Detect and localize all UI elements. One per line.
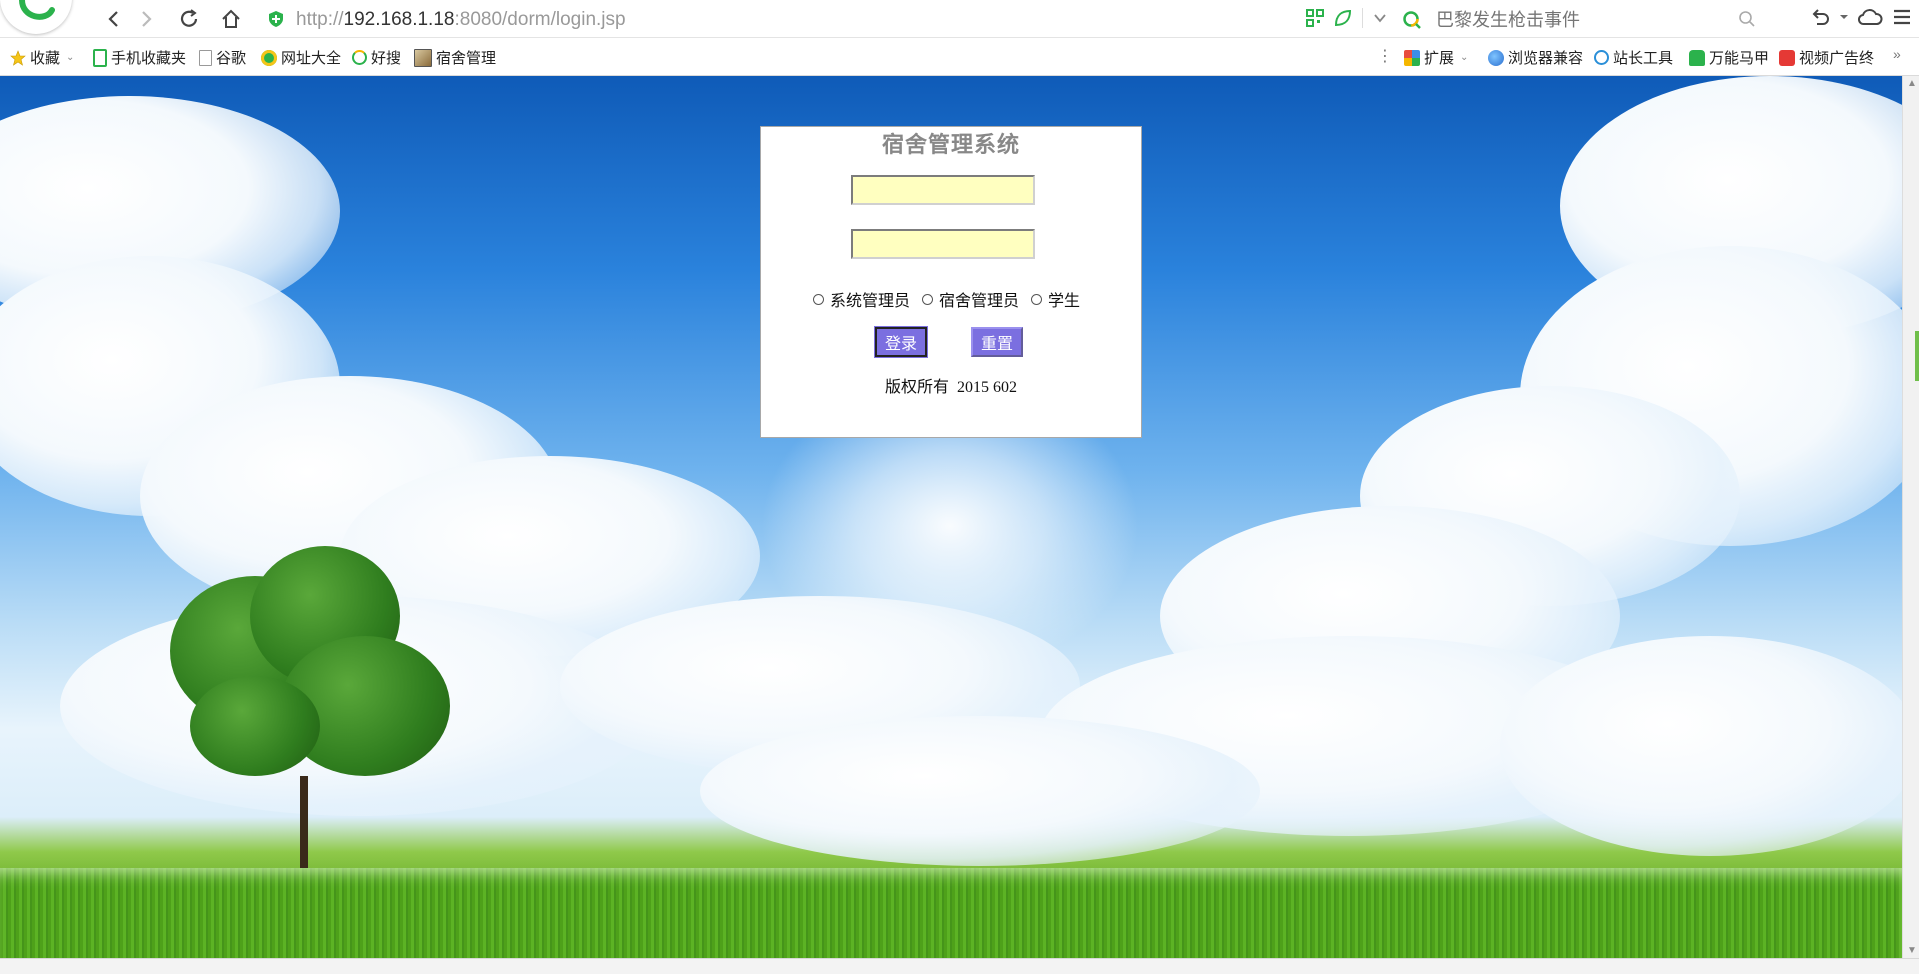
bookmark-label: 浏览器兼容 bbox=[1508, 50, 1584, 67]
cloud-icon[interactable] bbox=[1857, 6, 1883, 28]
bookmark-label: 视频广告终 bbox=[1799, 50, 1875, 67]
compat-icon bbox=[1488, 49, 1504, 66]
leaf-icon[interactable] bbox=[1334, 9, 1352, 27]
security-shield-icon bbox=[269, 11, 283, 27]
reset-button[interactable]: 重置 bbox=[971, 327, 1024, 357]
bookmark-label: 手机收藏夹 bbox=[111, 50, 187, 67]
more-vertical-icon[interactable]: ⋮ bbox=[1377, 46, 1393, 66]
username-field[interactable] bbox=[851, 175, 1035, 205]
grass-field bbox=[0, 868, 1902, 958]
bookmark-label: 谷歌 bbox=[216, 50, 247, 67]
chevron-down-icon[interactable] bbox=[1373, 11, 1387, 25]
role-radio-group: 系统管理员 宿舍管理员 学生 bbox=[813, 287, 1092, 311]
bookmark-google[interactable]: 谷歌 bbox=[199, 47, 246, 68]
bookmark-mobile-favorites[interactable]: 手机收藏夹 bbox=[93, 47, 186, 68]
url-scheme: http:// bbox=[296, 9, 344, 30]
video-ad-icon bbox=[1779, 49, 1795, 66]
haosou-icon bbox=[352, 50, 367, 65]
qr-code-icon[interactable] bbox=[1306, 9, 1324, 27]
bookmark-label: 网址大全 bbox=[281, 50, 342, 67]
bookmark-label: 好搜 bbox=[371, 50, 402, 67]
bookmark-url-directory[interactable]: 网址大全 bbox=[261, 47, 341, 68]
browser-logo-icon[interactable] bbox=[0, 0, 72, 34]
forward-arrow-icon bbox=[142, 11, 152, 27]
role-student[interactable]: 学生 bbox=[1031, 287, 1080, 311]
bookmark-dorm-management[interactable]: 宿舍管理 bbox=[414, 47, 496, 68]
search-input[interactable] bbox=[1434, 7, 1728, 33]
vest-icon bbox=[1689, 49, 1705, 66]
bookmark-label: 扩展 bbox=[1424, 50, 1455, 67]
favorites-menu[interactable]: 收藏 ⌄ bbox=[10, 47, 74, 68]
scroll-up-icon[interactable]: ▲ bbox=[1907, 78, 1917, 89]
undo-icon[interactable] bbox=[1809, 6, 1831, 28]
bookmark-webmaster-tools[interactable]: 站长工具 bbox=[1594, 47, 1673, 68]
forward-button[interactable] bbox=[134, 6, 160, 32]
bookmark-vest[interactable]: 万能马甲 bbox=[1689, 47, 1769, 68]
status-bar bbox=[0, 958, 1919, 974]
search-box[interactable] bbox=[1394, 4, 1764, 34]
login-title: 宿舍管理系统 bbox=[881, 132, 1020, 157]
scroll-marker bbox=[1915, 331, 1919, 381]
chevron-down-icon: ⌄ bbox=[66, 52, 75, 63]
home-icon bbox=[222, 9, 240, 28]
extensions-menu[interactable]: 扩展 ⌄ bbox=[1404, 47, 1468, 68]
extension-icon bbox=[1404, 49, 1420, 66]
radio-button[interactable] bbox=[813, 293, 824, 305]
copyright-text: 版权所有 2015 602 bbox=[884, 379, 1017, 396]
bookmark-haosou[interactable]: 好搜 bbox=[352, 47, 401, 68]
url-tools bbox=[1306, 8, 1387, 28]
back-button[interactable] bbox=[100, 6, 126, 32]
url-bar[interactable]: http://192.168.1.18:8080/dorm/login.jsp bbox=[262, 4, 1302, 34]
back-arrow-icon bbox=[108, 11, 118, 27]
bookmark-browser-compat[interactable]: 浏览器兼容 bbox=[1488, 47, 1583, 68]
undo-dropdown-icon[interactable] bbox=[1839, 12, 1849, 22]
right-tools bbox=[1809, 6, 1919, 28]
mobile-icon bbox=[93, 48, 107, 67]
bookmark-label: 宿舍管理 bbox=[436, 50, 497, 67]
role-system-admin[interactable]: 系统管理员 bbox=[813, 287, 910, 311]
radio-button[interactable] bbox=[1031, 293, 1043, 305]
role-label: 系统管理员 bbox=[830, 293, 911, 310]
bookmark-label: 万能马甲 bbox=[1709, 50, 1770, 67]
bookmarks-bar: 收藏 ⌄ 手机收藏夹 谷歌 网址大全 好搜 宿舍管理 ⋮ 扩展 ⌄ 浏览器兼容 … bbox=[0, 38, 1919, 76]
page-icon bbox=[199, 49, 212, 66]
home-button[interactable] bbox=[218, 6, 244, 32]
password-field[interactable] bbox=[851, 229, 1035, 259]
scroll-down-icon[interactable]: ▼ bbox=[1907, 945, 1917, 956]
login-panel: 宿舍管理系统 系统管理员 宿舍管理员 学生 登录 重置 版权所有 2015 60… bbox=[760, 126, 1142, 438]
login-button[interactable]: 登录 bbox=[873, 326, 929, 358]
url-path: :8080/dorm/login.jsp bbox=[454, 9, 626, 30]
url-host: 192.168.1.18 bbox=[343, 9, 455, 30]
url-text[interactable]: http://192.168.1.18:8080/dorm/login.jsp bbox=[296, 9, 626, 31]
radio-button[interactable] bbox=[922, 293, 934, 305]
role-label: 学生 bbox=[1048, 293, 1081, 310]
overflow-chevron-icon[interactable]: » bbox=[1893, 46, 1901, 62]
search-engine-icon[interactable] bbox=[1402, 10, 1422, 30]
menu-icon[interactable] bbox=[1891, 6, 1913, 28]
webmaster-icon bbox=[1594, 50, 1609, 65]
image-page-icon bbox=[414, 48, 432, 67]
chevron-down-icon: ⌄ bbox=[1460, 52, 1469, 63]
role-label: 宿舍管理员 bbox=[939, 293, 1020, 310]
favorites-label: 收藏 bbox=[30, 50, 61, 67]
reload-button[interactable] bbox=[176, 6, 202, 32]
reload-icon bbox=[180, 9, 198, 27]
bookmark-video-ad[interactable]: 视频广告终 bbox=[1779, 47, 1874, 68]
vertical-scrollbar[interactable]: ▲ ▼ bbox=[1902, 76, 1919, 958]
role-dorm-admin[interactable]: 宿舍管理员 bbox=[922, 287, 1019, 311]
star-icon bbox=[10, 49, 26, 66]
bookmark-label: 站长工具 bbox=[1613, 50, 1674, 67]
search-icon[interactable] bbox=[1738, 10, 1756, 28]
address-toolbar: http://192.168.1.18:8080/dorm/login.jsp bbox=[0, 0, 1919, 38]
url-directory-icon bbox=[261, 49, 277, 66]
